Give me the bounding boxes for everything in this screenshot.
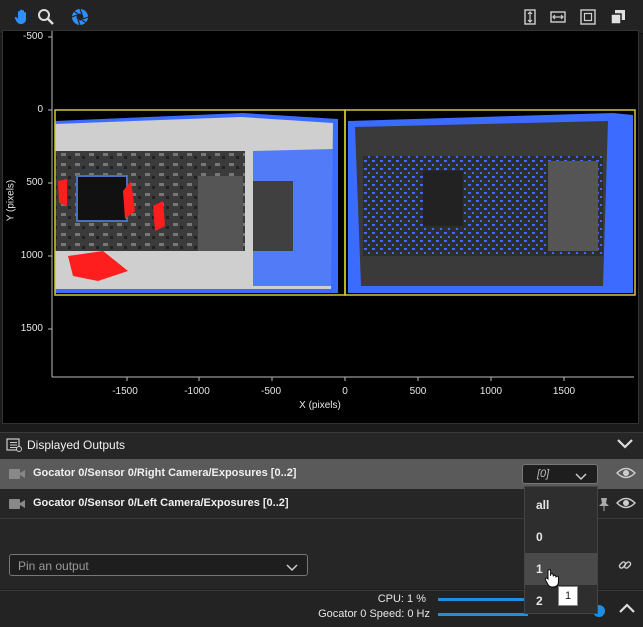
y-tick: -500	[22, 31, 43, 42]
speed-meter	[438, 613, 528, 616]
y-tick: 1500	[20, 323, 43, 334]
magnifier-icon[interactable]	[36, 7, 56, 27]
output-row-label: Gocator 0/Sensor 0/Left Camera/Exposures…	[33, 497, 289, 509]
outputs-header[interactable]: Displayed Outputs	[0, 433, 643, 459]
chevron-down-icon	[575, 469, 587, 487]
dropdown-option-1[interactable]: 1	[525, 553, 597, 585]
fit-all-icon[interactable]	[578, 7, 598, 27]
panel-splitter[interactable]	[0, 424, 643, 439]
x-tick: -500	[260, 386, 281, 397]
y-tick: 1000	[20, 250, 43, 261]
x-axis-label: X (pixels)	[299, 400, 341, 411]
output-row-label: Gocator 0/Sensor 0/Right Camera/Exposure…	[33, 467, 297, 479]
x-tick: 1000	[479, 386, 503, 397]
cpu-meter	[438, 598, 528, 601]
exposure-select[interactable]: [0]	[522, 464, 598, 484]
outputs-title: Displayed Outputs	[27, 438, 126, 452]
fit-height-icon[interactable]	[520, 7, 540, 27]
dropdown-option-0[interactable]: 0	[525, 521, 597, 553]
pin-output-select[interactable]: Pin an output	[9, 554, 308, 576]
x-tick: -1500	[112, 386, 138, 397]
dropdown-option-all[interactable]: all	[525, 489, 597, 521]
viewer-toolbar	[0, 0, 643, 34]
x-tick: 500	[409, 386, 427, 397]
cpu-label: CPU: 1 %	[377, 593, 426, 605]
outputs-list-icon	[6, 437, 22, 458]
camera-icon	[8, 467, 26, 486]
aperture-icon[interactable]	[70, 7, 90, 27]
output-row-right-camera[interactable]: Gocator 0/Sensor 0/Right Camera/Exposure…	[0, 459, 643, 489]
exposure-select-value: [0]	[537, 468, 550, 480]
hand-icon[interactable]	[12, 7, 32, 27]
grip-icon	[311, 426, 327, 439]
y-tick: 0	[37, 104, 43, 115]
pin-output-placeholder: Pin an output	[18, 559, 89, 573]
eye-icon[interactable]	[616, 496, 636, 515]
tooltip: 1	[558, 586, 578, 606]
right-camera-image	[348, 113, 633, 293]
camera-icon	[8, 497, 26, 516]
x-tick: 0	[342, 386, 348, 397]
speed-label: Gocator 0 Speed: 0 Hz	[318, 608, 430, 620]
x-tick: 1500	[552, 386, 576, 397]
copy-icon[interactable]	[608, 7, 628, 27]
pin-icon[interactable]	[598, 497, 610, 516]
x-tick: -1000	[184, 386, 210, 397]
chevron-down-icon[interactable]	[616, 437, 634, 456]
link-icon[interactable]	[618, 558, 632, 577]
chevron-up-icon[interactable]	[618, 601, 636, 620]
fit-width-icon[interactable]	[548, 7, 568, 27]
chevron-down-icon	[286, 560, 298, 578]
eye-icon[interactable]	[616, 466, 636, 485]
y-axis-label: Y (pixels)	[5, 179, 17, 222]
image-viewer[interactable]: -500 0 500 1000 1500 Y (pixels) -1500 -1…	[2, 30, 639, 424]
left-camera-image	[55, 113, 338, 293]
